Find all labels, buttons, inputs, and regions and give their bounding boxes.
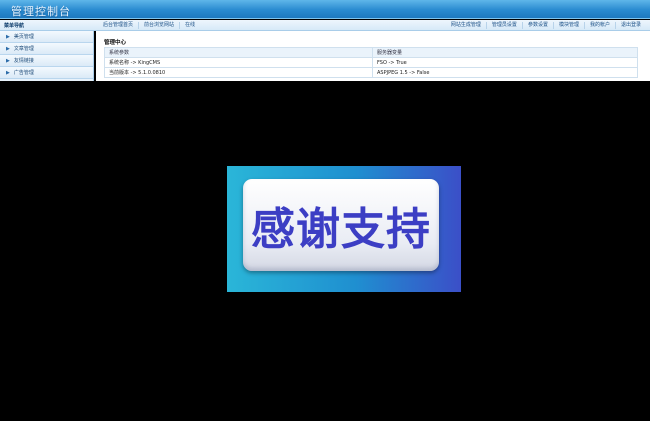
thanks-banner: 感谢支持 — [227, 166, 461, 292]
sidebar-item-pages[interactable]: ▶ 美页管理 — [0, 31, 93, 43]
sidebar-item-label: 美页管理 — [13, 34, 34, 40]
link-logout[interactable]: 退出登录 — [614, 22, 646, 29]
chevron-right-icon: ▶ — [6, 33, 10, 40]
column-header: 系统参数 — [104, 47, 373, 58]
table-row: 系统名称 -> KingCMS FSO -> True — [104, 57, 638, 68]
link-param-settings[interactable]: 参数设置 — [521, 22, 553, 29]
sidebar-item-label: 广告管理 — [13, 70, 34, 76]
column-header: 服务器变量 — [372, 47, 638, 58]
app-title: 管理控制台 — [11, 5, 71, 18]
link-site-generate[interactable]: 网站生成管理 — [446, 22, 486, 29]
sidebar-item-ads[interactable]: ▶ 广告管理 — [0, 67, 93, 79]
sidebar: ▶ 美页管理 ▶ 文章管理 ▶ 友情链接 ▶ 广告管理 — [0, 31, 94, 81]
chevron-right-icon: ▶ — [6, 45, 10, 52]
main-panel: 管理中心 系统参数 服务器变量 系统名称 -> KingCMS FSO -> T… — [96, 31, 650, 81]
page-title: 管理中心 — [104, 40, 127, 46]
table-header-row: 系统参数 服务器变量 — [104, 47, 638, 58]
sidebar-item-articles[interactable]: ▶ 文章管理 — [0, 43, 93, 55]
toolbar-links-left: 后台管理首页 前台浏览网站 在线 — [98, 22, 200, 29]
sidebar-item-links[interactable]: ▶ 友情链接 — [0, 55, 93, 67]
nav-title: 菜单导航 — [4, 23, 25, 29]
app-header: 管理控制台 — [0, 0, 650, 19]
table-cell: ASPJPEG 1.5 -> False — [372, 67, 638, 78]
sidebar-item-label: 友情链接 — [13, 58, 34, 64]
table-cell: 当前版本 -> 5.1.0.0810 — [104, 67, 373, 78]
thanks-text: 感谢支持 — [251, 204, 431, 255]
table-cell: 系统名称 -> KingCMS — [104, 57, 373, 68]
chevron-right-icon: ▶ — [6, 69, 10, 76]
link-admin-home[interactable]: 后台管理首页 — [98, 22, 138, 29]
link-admin-settings[interactable]: 管理员设置 — [485, 22, 522, 29]
top-toolbar: 菜单导航 后台管理首页 前台浏览网站 在线 网站生成管理 管理员设置 参数设置 … — [0, 20, 650, 31]
link-my-account[interactable]: 我的帐户 — [583, 22, 615, 29]
table-row: 当前版本 -> 5.1.0.0810 ASPJPEG 1.5 -> False — [104, 67, 638, 78]
chevron-right-icon: ▶ — [6, 57, 10, 64]
system-info-table: 系统参数 服务器变量 系统名称 -> KingCMS FSO -> True 当… — [104, 47, 638, 78]
thanks-card: 感谢支持 — [243, 179, 439, 271]
link-online[interactable]: 在线 — [179, 22, 200, 29]
table-cell: FSO -> True — [372, 57, 638, 68]
toolbar-links-right: 网站生成管理 管理员设置 参数设置 模块管理 我的帐户 退出登录 — [446, 22, 646, 29]
sidebar-item-label: 文章管理 — [13, 46, 34, 52]
link-module-manage[interactable]: 模块管理 — [552, 22, 584, 29]
link-browse-site[interactable]: 前台浏览网站 — [138, 22, 179, 29]
